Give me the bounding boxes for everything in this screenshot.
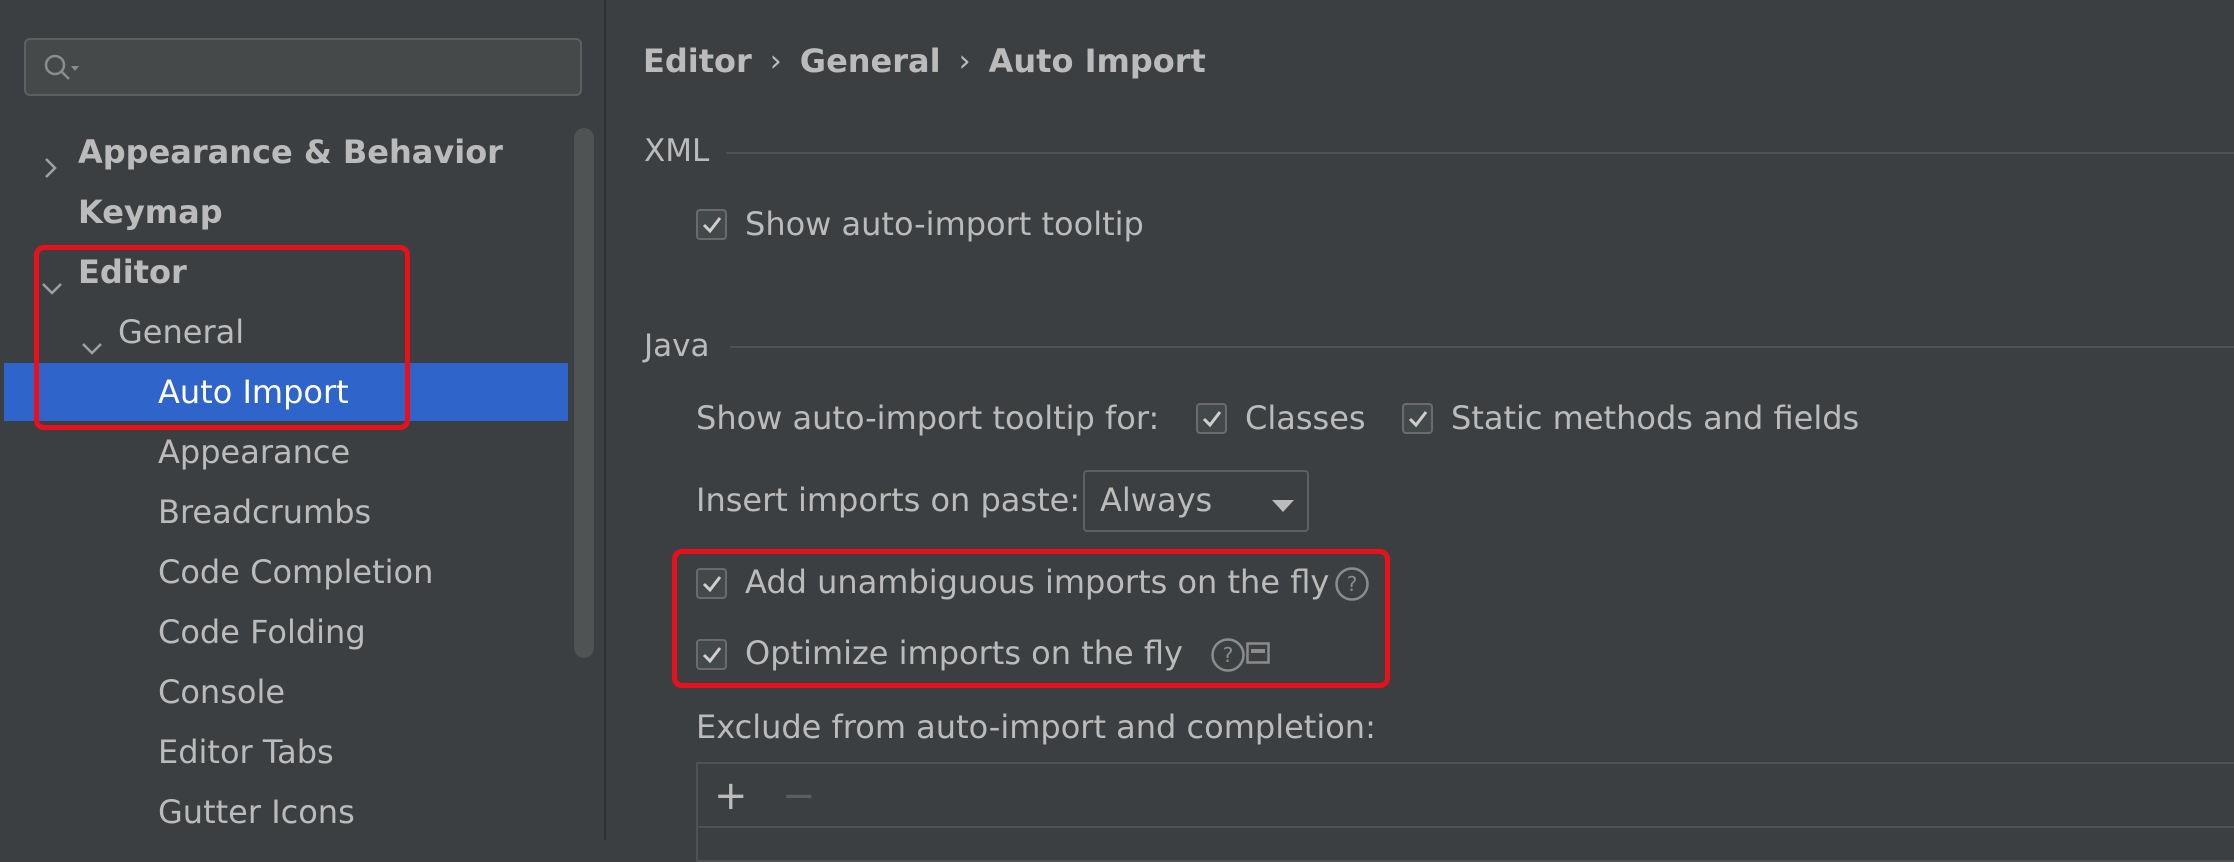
sidebar-item-label: Appearance (158, 433, 351, 471)
insert-on-paste-label: Insert imports on paste: (696, 481, 1081, 519)
tooltip-for-label: Show auto-import tooltip for: (696, 399, 1160, 437)
checkmark-icon (1408, 411, 1428, 428)
classes-checkbox[interactable] (1196, 403, 1227, 434)
section-title-java: Java (644, 328, 710, 364)
sidebar-item-editor-tabs[interactable]: Editor Tabs (4, 723, 568, 781)
breadcrumb: Editor › General › Auto Import (643, 42, 1206, 80)
checkmark-icon (1202, 411, 1222, 428)
sidebar-item-label: Breadcrumbs (158, 493, 372, 531)
search-icon (42, 52, 86, 88)
sidebar-item-appearance[interactable]: Appearance (4, 423, 568, 481)
breadcrumb-separator: › (769, 43, 782, 79)
section-separator (730, 346, 2234, 348)
dropdown-arrow-icon (1272, 497, 1294, 516)
sidebar-item-label: Code Completion (158, 553, 434, 591)
sidebar-item-code-folding[interactable]: Code Folding (4, 603, 568, 661)
insert-on-paste-value: Always (1100, 481, 1213, 519)
sidebar-item-label: Editor Tabs (158, 733, 334, 771)
sidebar-item-label: Keymap (78, 193, 223, 231)
classes-label: Classes (1245, 399, 1366, 437)
sidebar-item-label: Console (158, 673, 286, 711)
add-button[interactable]: + (714, 776, 748, 816)
remove-button[interactable]: − (782, 776, 816, 816)
show-tooltip-checkbox[interactable] (696, 209, 727, 240)
static-methods-checkbox[interactable] (1402, 403, 1433, 434)
sidebar-item-gutter-icons[interactable]: Gutter Icons (4, 783, 568, 841)
show-tooltip-label: Show auto-import tooltip (745, 205, 1144, 243)
breadcrumb-separator: › (958, 43, 971, 79)
checkmark-icon (702, 217, 722, 234)
settings-content: Editor › General › Auto Import XML Show … (606, 0, 2234, 862)
breadcrumb-item-auto-import: Auto Import (988, 42, 1206, 80)
highlight-box-editor-tree (34, 245, 410, 430)
static-methods-label: Static methods and fields (1451, 399, 1860, 437)
sidebar-item-label: Code Folding (158, 613, 366, 651)
exclude-list[interactable]: + − (696, 762, 2234, 862)
search-input[interactable] (24, 38, 582, 96)
exclude-list-toolbar: + − (698, 764, 2234, 828)
section-separator (726, 152, 2234, 154)
sidebar-item-code-completion[interactable]: Code Completion (4, 543, 568, 601)
section-title-xml: XML (644, 133, 710, 169)
highlight-box-on-the-fly (672, 549, 1390, 688)
sidebar-item-breadcrumbs[interactable]: Breadcrumbs (4, 483, 568, 541)
sidebar-item-keymap[interactable]: Keymap (4, 183, 568, 241)
settings-sidebar: Appearance & Behavior Keymap Editor Gene… (0, 0, 604, 840)
sidebar-item-label: Appearance & Behavior (78, 133, 503, 171)
sidebar-item-label: Gutter Icons (158, 793, 355, 831)
exclude-label: Exclude from auto-import and completion: (696, 708, 1376, 746)
sidebar-item-appearance-behavior[interactable]: Appearance & Behavior (4, 123, 568, 181)
breadcrumb-item-general[interactable]: General (800, 42, 941, 80)
breadcrumb-item-editor[interactable]: Editor (643, 42, 752, 80)
insert-on-paste-select[interactable]: Always (1083, 470, 1309, 532)
sidebar-item-console[interactable]: Console (4, 663, 568, 721)
sidebar-scrollbar[interactable] (574, 128, 594, 658)
